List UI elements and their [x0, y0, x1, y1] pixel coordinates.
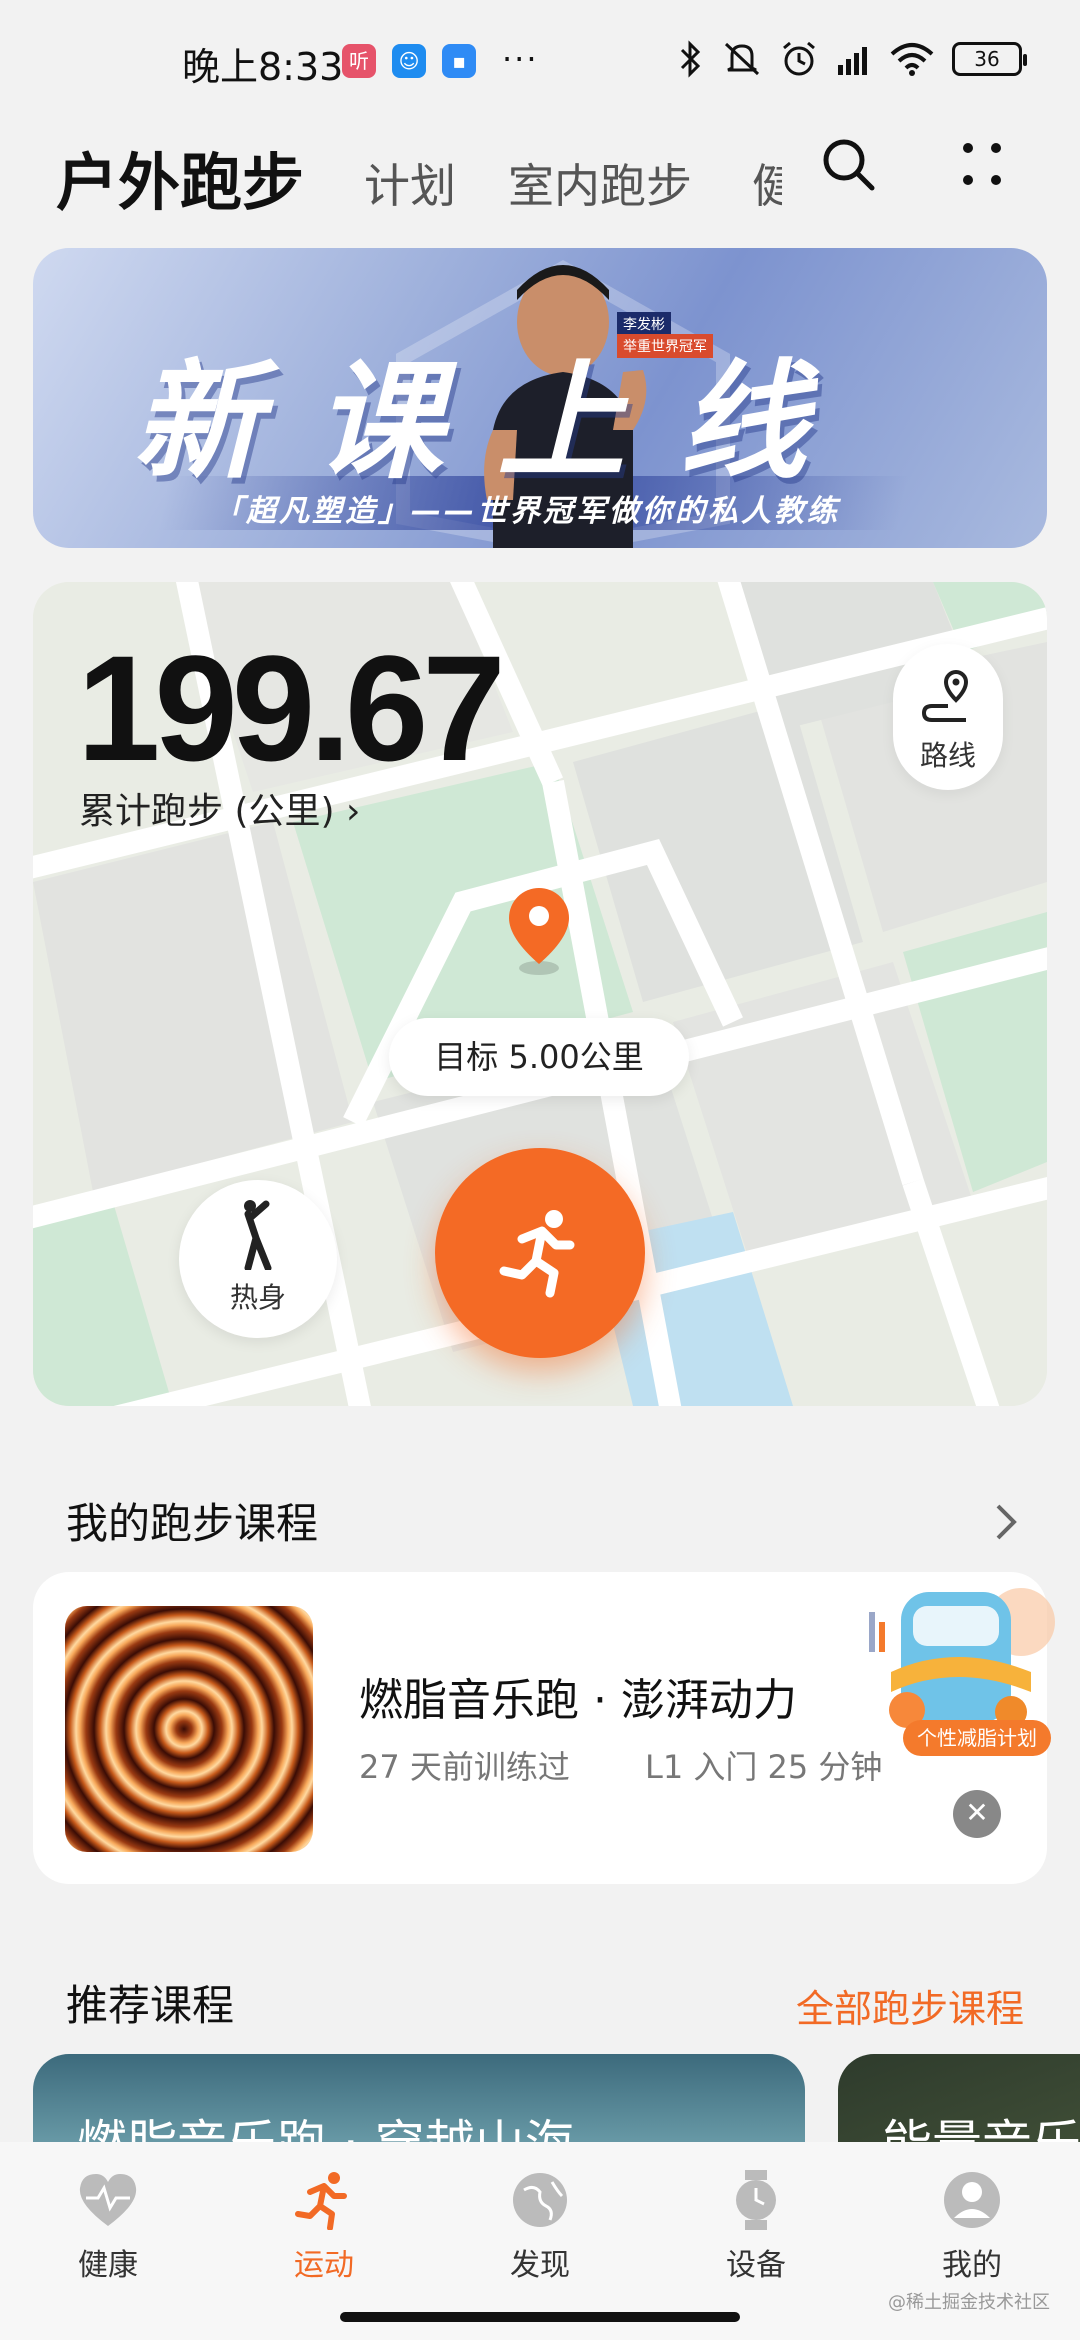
total-distance-label: 累计跑步 (公里)	[79, 791, 335, 832]
course-name: 燃脂音乐跑 · 澎湃动力	[359, 1675, 797, 1726]
chevron-right-icon: ›	[346, 791, 361, 832]
route-label: 路线	[919, 739, 976, 772]
watch-icon	[736, 2170, 776, 2230]
tab-walk-partial[interactable]: 健	[752, 150, 782, 216]
bluetooth-icon	[680, 40, 701, 78]
nav-discover[interactable]: 发现	[470, 2170, 610, 2284]
nav-me-label: 我的	[942, 2248, 1002, 2283]
goal-distance-button[interactable]: 目标 5.00公里	[389, 1018, 689, 1096]
status-time: 晚上8:33	[182, 45, 344, 89]
nav-health-label: 健康	[78, 2248, 138, 2283]
course-last-trained: 27 天前训练过	[359, 1748, 570, 1786]
user-icon	[944, 2172, 1000, 2228]
course-level: L1 入门 25 分钟	[645, 1748, 883, 1786]
running-person-icon	[499, 1210, 575, 1298]
total-distance-link[interactable]: 累计跑步 (公里) ›	[79, 782, 360, 834]
all-running-courses-link[interactable]: 全部跑步课程	[796, 1978, 1024, 2033]
heart-icon	[79, 2174, 137, 2226]
battery-icon: 36	[952, 42, 1027, 76]
stretching-person-icon	[244, 1200, 272, 1272]
wifi-icon	[890, 43, 934, 76]
location-pin-icon	[509, 888, 569, 975]
my-courses-title: 我的跑步课程	[66, 1499, 319, 1548]
home-indicator[interactable]	[340, 2312, 740, 2322]
more-icon[interactable]	[954, 136, 1010, 192]
alarm-icon	[783, 41, 815, 76]
mute-icon	[724, 42, 760, 76]
banner-subtitle: 「超凡塑造」——世界冠军做你的私人教练	[213, 494, 840, 529]
tab-indoor-run[interactable]: 室内跑步	[508, 150, 692, 216]
nav-exercise[interactable]: 运动	[254, 2170, 394, 2284]
nav-exercise-label: 运动	[294, 2248, 354, 2283]
tab-outdoor-run[interactable]: 户外跑步	[56, 132, 304, 222]
listen-app-icon: 听	[342, 44, 376, 78]
promo-label[interactable]: 个性减脂计划	[903, 1720, 1051, 1756]
sport-tabs: 户外跑步 计划 室内跑步 健	[0, 120, 1080, 230]
start-run-button[interactable]	[435, 1148, 645, 1358]
nav-health[interactable]: 健康	[38, 2170, 178, 2284]
recommended-title: 推荐课程	[66, 1981, 235, 2030]
watermark: @稀土掘金技术社区	[888, 2292, 1050, 2313]
status-bar: 晚上8:33 听 ☺ ▪ ··· 36	[0, 0, 1080, 120]
warmup-label: 热身	[229, 1281, 286, 1314]
running-icon	[295, 2172, 347, 2230]
course-thumbnail	[65, 1606, 313, 1852]
total-distance-value: 199.67	[77, 624, 506, 792]
nav-me[interactable]: 我的	[902, 2170, 1042, 2284]
my-course-card[interactable]: 燃脂音乐跑 · 澎湃动力 27 天前训练过 L1 入门 25 分钟 个性减脂计划…	[33, 1572, 1055, 1884]
nav-devices[interactable]: 设备	[686, 2170, 826, 2284]
nav-devices-label: 设备	[726, 2248, 786, 2283]
globe-icon	[513, 2173, 567, 2227]
close-icon[interactable]: ✕	[953, 1790, 1001, 1838]
search-icon[interactable]	[820, 136, 876, 192]
banner-title: 新课上线	[133, 348, 862, 497]
run-map-card: 199.67 累计跑步 (公里) › 路线 目标 5.00公里 热身	[33, 582, 1047, 1406]
more-notifications-icon: ···	[502, 40, 539, 78]
warmup-button[interactable]: 热身	[179, 1180, 337, 1338]
route-icon	[921, 669, 969, 722]
nav-discover-label: 发现	[510, 2248, 570, 2283]
new-course-banner[interactable]: 李发彬 举重世界冠军 新课上线 「超凡塑造」——世界冠军做你的私人教练	[33, 248, 1047, 548]
route-button[interactable]: 路线	[893, 644, 1003, 790]
tab-plan[interactable]: 计划	[364, 150, 456, 216]
message-app-icon: ▪	[442, 44, 476, 78]
chevron-right-icon[interactable]	[992, 1500, 1020, 1544]
chat-app-icon: ☺	[392, 44, 426, 78]
signal-icon	[838, 47, 867, 75]
